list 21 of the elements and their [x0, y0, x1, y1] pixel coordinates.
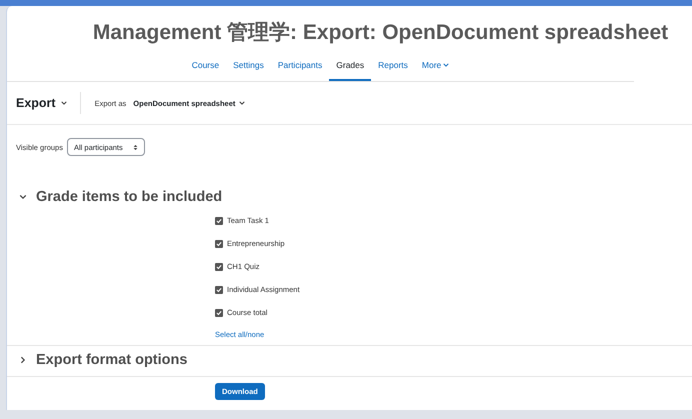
page-title: Management 管理学: Export: OpenDocument spreadsheet: [92, 20, 670, 46]
chevron-icon: [19, 356, 27, 364]
checkbox[interactable]: [215, 286, 223, 294]
nav-tab[interactable]: More: [414, 56, 456, 81]
nav-tab[interactable]: Grades: [329, 56, 372, 81]
checkbox[interactable]: [215, 308, 223, 316]
chevron-icon: [19, 193, 27, 201]
nav-tab[interactable]: Settings: [226, 56, 271, 81]
nav-tab[interactable]: Reports: [371, 56, 415, 81]
section-header[interactable]: Grade items to be included: [7, 187, 234, 207]
caret-icon: [60, 100, 67, 106]
nav-tab[interactable]: Course: [184, 56, 226, 81]
checkbox[interactable]: [215, 216, 223, 224]
caret-icon: [239, 100, 246, 106]
nav-tab[interactable]: Participants: [270, 56, 330, 81]
checkbox[interactable]: [215, 240, 223, 248]
sort-arrows-icon: [132, 144, 138, 150]
checkbox[interactable]: [215, 262, 223, 270]
caret-icon: [443, 62, 450, 68]
export-menu[interactable]: Export: [16, 96, 67, 110]
section-header[interactable]: Export format options: [7, 350, 200, 370]
